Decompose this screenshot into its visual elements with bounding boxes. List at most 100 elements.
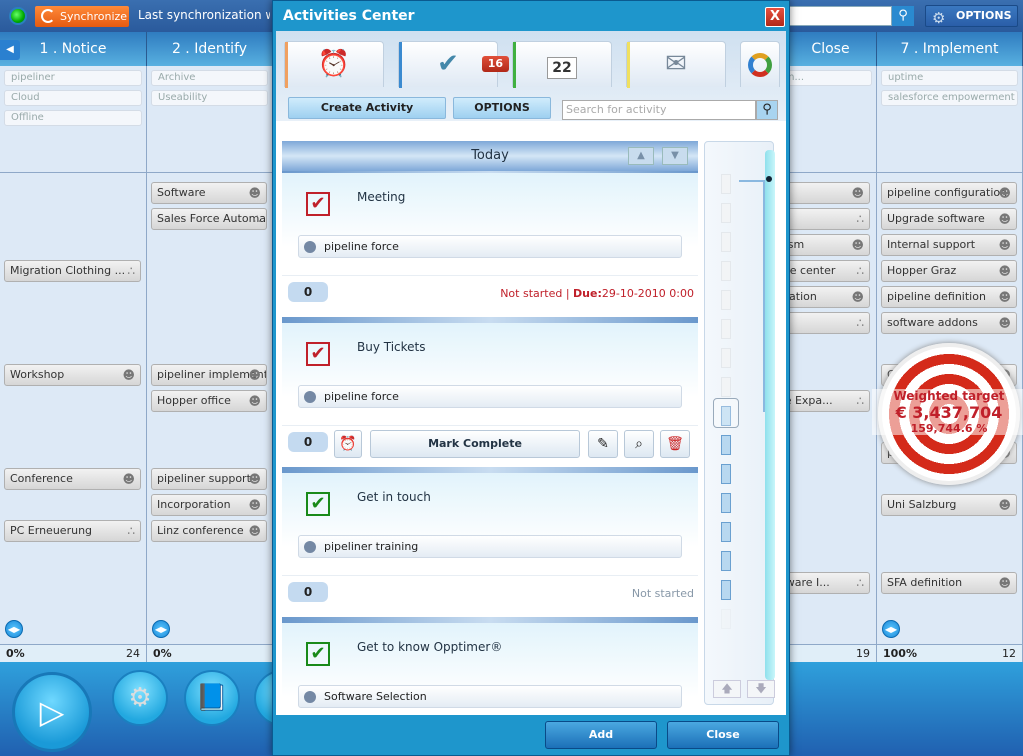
trash-icon[interactable]: 🗑 xyxy=(660,430,690,458)
opportunity-card[interactable]: Sales Force Automat...∴ xyxy=(151,208,267,230)
comments-count[interactable]: 0 xyxy=(288,282,328,302)
timeline-scroller[interactable]: 🡅 🡇 xyxy=(704,141,775,705)
tag-chip[interactable]: Archive xyxy=(151,70,268,86)
person-icon: ☻ xyxy=(122,368,135,382)
search-icon[interactable]: ⚲ xyxy=(892,6,914,26)
timeline-selection[interactable] xyxy=(713,398,739,428)
open-task-checkbox-icon[interactable]: ✔ xyxy=(306,192,330,216)
linked-opportunity[interactable]: pipeline force xyxy=(298,385,682,408)
tag-chip[interactable]: salesforce empowerment xyxy=(881,90,1018,106)
opportunity-dot-icon xyxy=(304,391,316,403)
synchronize-button[interactable]: Synchronize xyxy=(35,6,129,27)
opportunity-card[interactable]: SFA definition ☻ xyxy=(881,572,1017,594)
activity-title[interactable]: Get to know Opptimer® xyxy=(357,640,502,654)
global-search-input[interactable] xyxy=(780,6,892,26)
completed-checkbox-icon[interactable]: ✔ xyxy=(306,492,330,516)
opportunity-card[interactable]: Hopper office ☻ xyxy=(151,390,267,412)
activity-title[interactable]: Meeting xyxy=(357,190,405,204)
opportunity-card[interactable]: Incorporation ☻ xyxy=(151,494,267,516)
search-icon[interactable]: ⌕ xyxy=(624,430,654,458)
search-icon[interactable]: ⚲ xyxy=(756,100,778,120)
add-button[interactable]: Add xyxy=(545,721,657,749)
tag-chip[interactable]: uptime xyxy=(881,70,1018,86)
tag-chip[interactable]: Cloud xyxy=(4,90,142,106)
opportunity-card[interactable]: pipeliner implementa...☻ xyxy=(151,364,267,386)
settings-gear-button[interactable]: ⚙ xyxy=(112,670,168,726)
opportunity-card[interactable]: pipeline configuration ☻ xyxy=(881,182,1017,204)
activity-title[interactable]: Buy Tickets xyxy=(357,340,426,354)
mark-complete-button[interactable]: Mark Complete xyxy=(370,430,580,458)
open-task-checkbox-icon[interactable]: ✔ xyxy=(306,342,330,366)
timeline-up-button[interactable]: 🡅 xyxy=(713,680,741,698)
tab-overview[interactable] xyxy=(740,41,780,87)
comments-count[interactable]: 0 xyxy=(288,432,328,452)
arrow-down-icon[interactable]: ▼ xyxy=(662,147,688,165)
activity-title[interactable]: Get in touch xyxy=(357,490,431,504)
timeline-day-cell[interactable] xyxy=(721,551,731,571)
opportunity-card[interactable]: pipeliner support ☻ xyxy=(151,468,267,490)
options-button[interactable]: ⚙ OPTIONS xyxy=(925,5,1018,27)
column-percent: 0% xyxy=(6,647,25,660)
opportunity-card[interactable]: Linz conference ☻ xyxy=(151,520,267,542)
linked-opportunity[interactable]: pipeline force xyxy=(298,235,682,258)
timeline-day-cell[interactable] xyxy=(721,319,731,339)
scroll-cards-button[interactable]: ◀▶ xyxy=(882,620,900,638)
timeline-day-cell[interactable] xyxy=(721,261,731,281)
close-dialog-button[interactable]: X xyxy=(765,7,785,27)
edit-icon[interactable]: ✎ xyxy=(588,430,618,458)
timeline-day-cell[interactable] xyxy=(721,580,731,600)
opportunity-card[interactable]: Workshop ☻ xyxy=(4,364,141,386)
linked-opportunity[interactable]: Software Selection xyxy=(298,685,682,708)
linked-opportunity[interactable]: pipeliner training xyxy=(298,535,682,558)
person-icon: ☻ xyxy=(998,264,1011,278)
timeline-day-cell[interactable] xyxy=(721,232,731,252)
tag-chip[interactable]: Useability xyxy=(151,90,268,106)
timeline-day-cell[interactable] xyxy=(721,435,731,455)
tab-tasks[interactable]: ✔ 16 xyxy=(398,41,509,88)
opportunity-card[interactable]: Migration Clothing ... ∴ xyxy=(4,260,141,282)
pipeline-home-button[interactable]: ▷ xyxy=(12,672,92,752)
timeline-day-cell[interactable] xyxy=(721,348,731,368)
arrow-up-icon[interactable]: ▲ xyxy=(628,147,654,165)
opportunity-card[interactable]: Hopper Graz ☻ xyxy=(881,260,1017,282)
activity-separator xyxy=(282,317,698,323)
activities-center-dialog: Activities Center X ⏰ ✔ 16 22 ✉ Create Ac… xyxy=(272,0,790,756)
timeline-day-cell[interactable] xyxy=(721,493,731,513)
tab-calendar[interactable]: 22 xyxy=(512,41,612,88)
activity-search-input[interactable]: Search for activity xyxy=(562,100,756,120)
comments-count[interactable]: 0 xyxy=(288,582,328,602)
activity-options-button[interactable]: OPTIONS xyxy=(453,97,551,119)
activity-separator xyxy=(282,467,698,473)
timeline-day-cell[interactable] xyxy=(721,174,731,194)
opportunity-card[interactable]: Uni Salzburg ☻ xyxy=(881,494,1017,516)
tag-chip[interactable]: pipeliner xyxy=(4,70,142,86)
opportunity-card[interactable]: pipeline definition ☻ xyxy=(881,286,1017,308)
timeline-day-cell[interactable] xyxy=(721,522,731,542)
completed-checkbox-icon[interactable]: ✔ xyxy=(306,642,330,666)
column-percent: 0% xyxy=(153,647,172,660)
address-book-button[interactable]: 📘 xyxy=(184,670,240,726)
timeline-day-cell[interactable] xyxy=(721,203,731,223)
opportunity-card[interactable]: Conference ☻ xyxy=(4,468,141,490)
timeline-day-cell[interactable] xyxy=(721,377,731,397)
scroll-cards-button[interactable]: ◀▶ xyxy=(152,620,170,638)
opportunity-card[interactable]: software addons ☻ xyxy=(881,312,1017,334)
timeline-day-cell[interactable] xyxy=(721,609,731,629)
opportunity-card[interactable]: Internal support ☻ xyxy=(881,234,1017,256)
reminder-alarm-button[interactable]: ⏰ xyxy=(334,430,362,458)
timeline-day-cell[interactable] xyxy=(721,464,731,484)
tag-chip[interactable]: Offline xyxy=(4,110,142,126)
card-label: Sales Force Automat... xyxy=(157,212,267,225)
person-icon: ☻ xyxy=(998,238,1011,252)
opportunity-card[interactable]: Upgrade software ☻ xyxy=(881,208,1017,230)
opportunity-card[interactable]: PC Erneuerung ∴ xyxy=(4,520,141,542)
scroll-left-button[interactable]: ◀ xyxy=(0,40,20,60)
timeline-down-button[interactable]: 🡇 xyxy=(747,680,775,698)
close-button[interactable]: Close xyxy=(667,721,779,749)
opportunity-card[interactable]: Software ☻ xyxy=(151,182,267,204)
tab-reminders[interactable]: ⏰ xyxy=(284,41,384,88)
tab-mail[interactable]: ✉ xyxy=(626,41,726,88)
scroll-cards-button[interactable]: ◀▶ xyxy=(5,620,23,638)
create-activity-button[interactable]: Create Activity xyxy=(288,97,446,119)
timeline-day-cell[interactable] xyxy=(721,290,731,310)
